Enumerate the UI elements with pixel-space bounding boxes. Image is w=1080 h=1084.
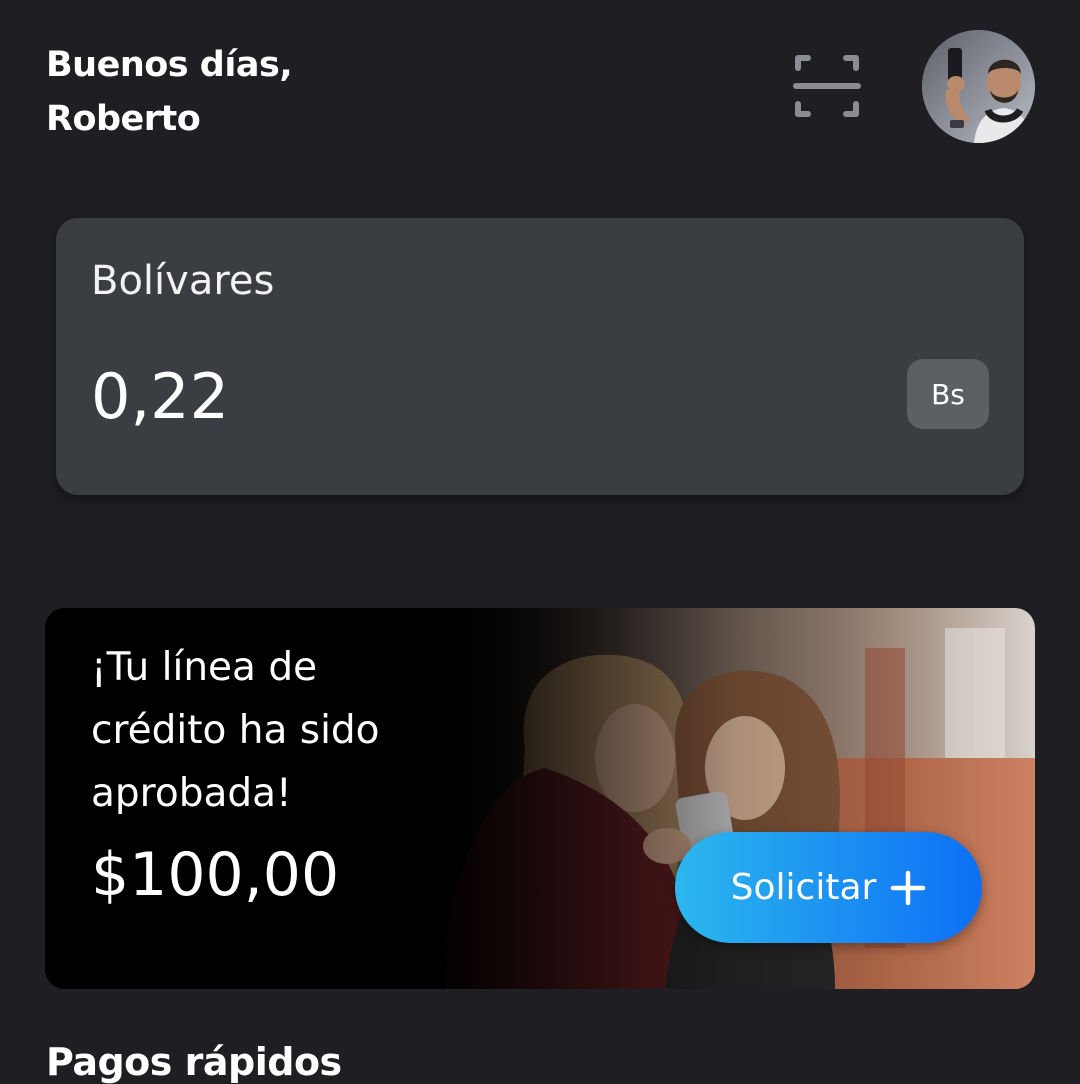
greeting: Buenos días, Roberto [46, 38, 466, 146]
currency-badge[interactable]: Bs [907, 359, 989, 429]
user-avatar-image [922, 30, 1035, 143]
avatar[interactable] [922, 30, 1035, 143]
balance-title: Bolívares [91, 258, 275, 304]
balance-amount: 0,22 [91, 360, 230, 433]
scan-qr-icon [793, 55, 861, 117]
credit-promo-banner[interactable]: ¡Tu línea de crédito ha sido aprobada! $… [45, 608, 1035, 989]
plus-icon [891, 870, 926, 905]
balance-card[interactable]: Bolívares 0,22 Bs [56, 218, 1024, 495]
scan-button[interactable] [790, 50, 864, 122]
greeting-line: Buenos días, [46, 45, 293, 85]
solicitar-label: Solicitar [730, 867, 877, 908]
quick-payments-title: Pagos rápidos [46, 1040, 342, 1084]
promo-line: ¡Tu línea de [91, 645, 318, 690]
promo-line: crédito ha sido [91, 708, 380, 753]
promo-message: ¡Tu línea de crédito ha sido aprobada! [91, 636, 511, 825]
user-name: Roberto [46, 99, 201, 139]
promo-line: aprobada! [91, 771, 292, 816]
solicitar-button[interactable]: Solicitar [675, 832, 982, 943]
credit-amount: $100,00 [91, 840, 340, 910]
